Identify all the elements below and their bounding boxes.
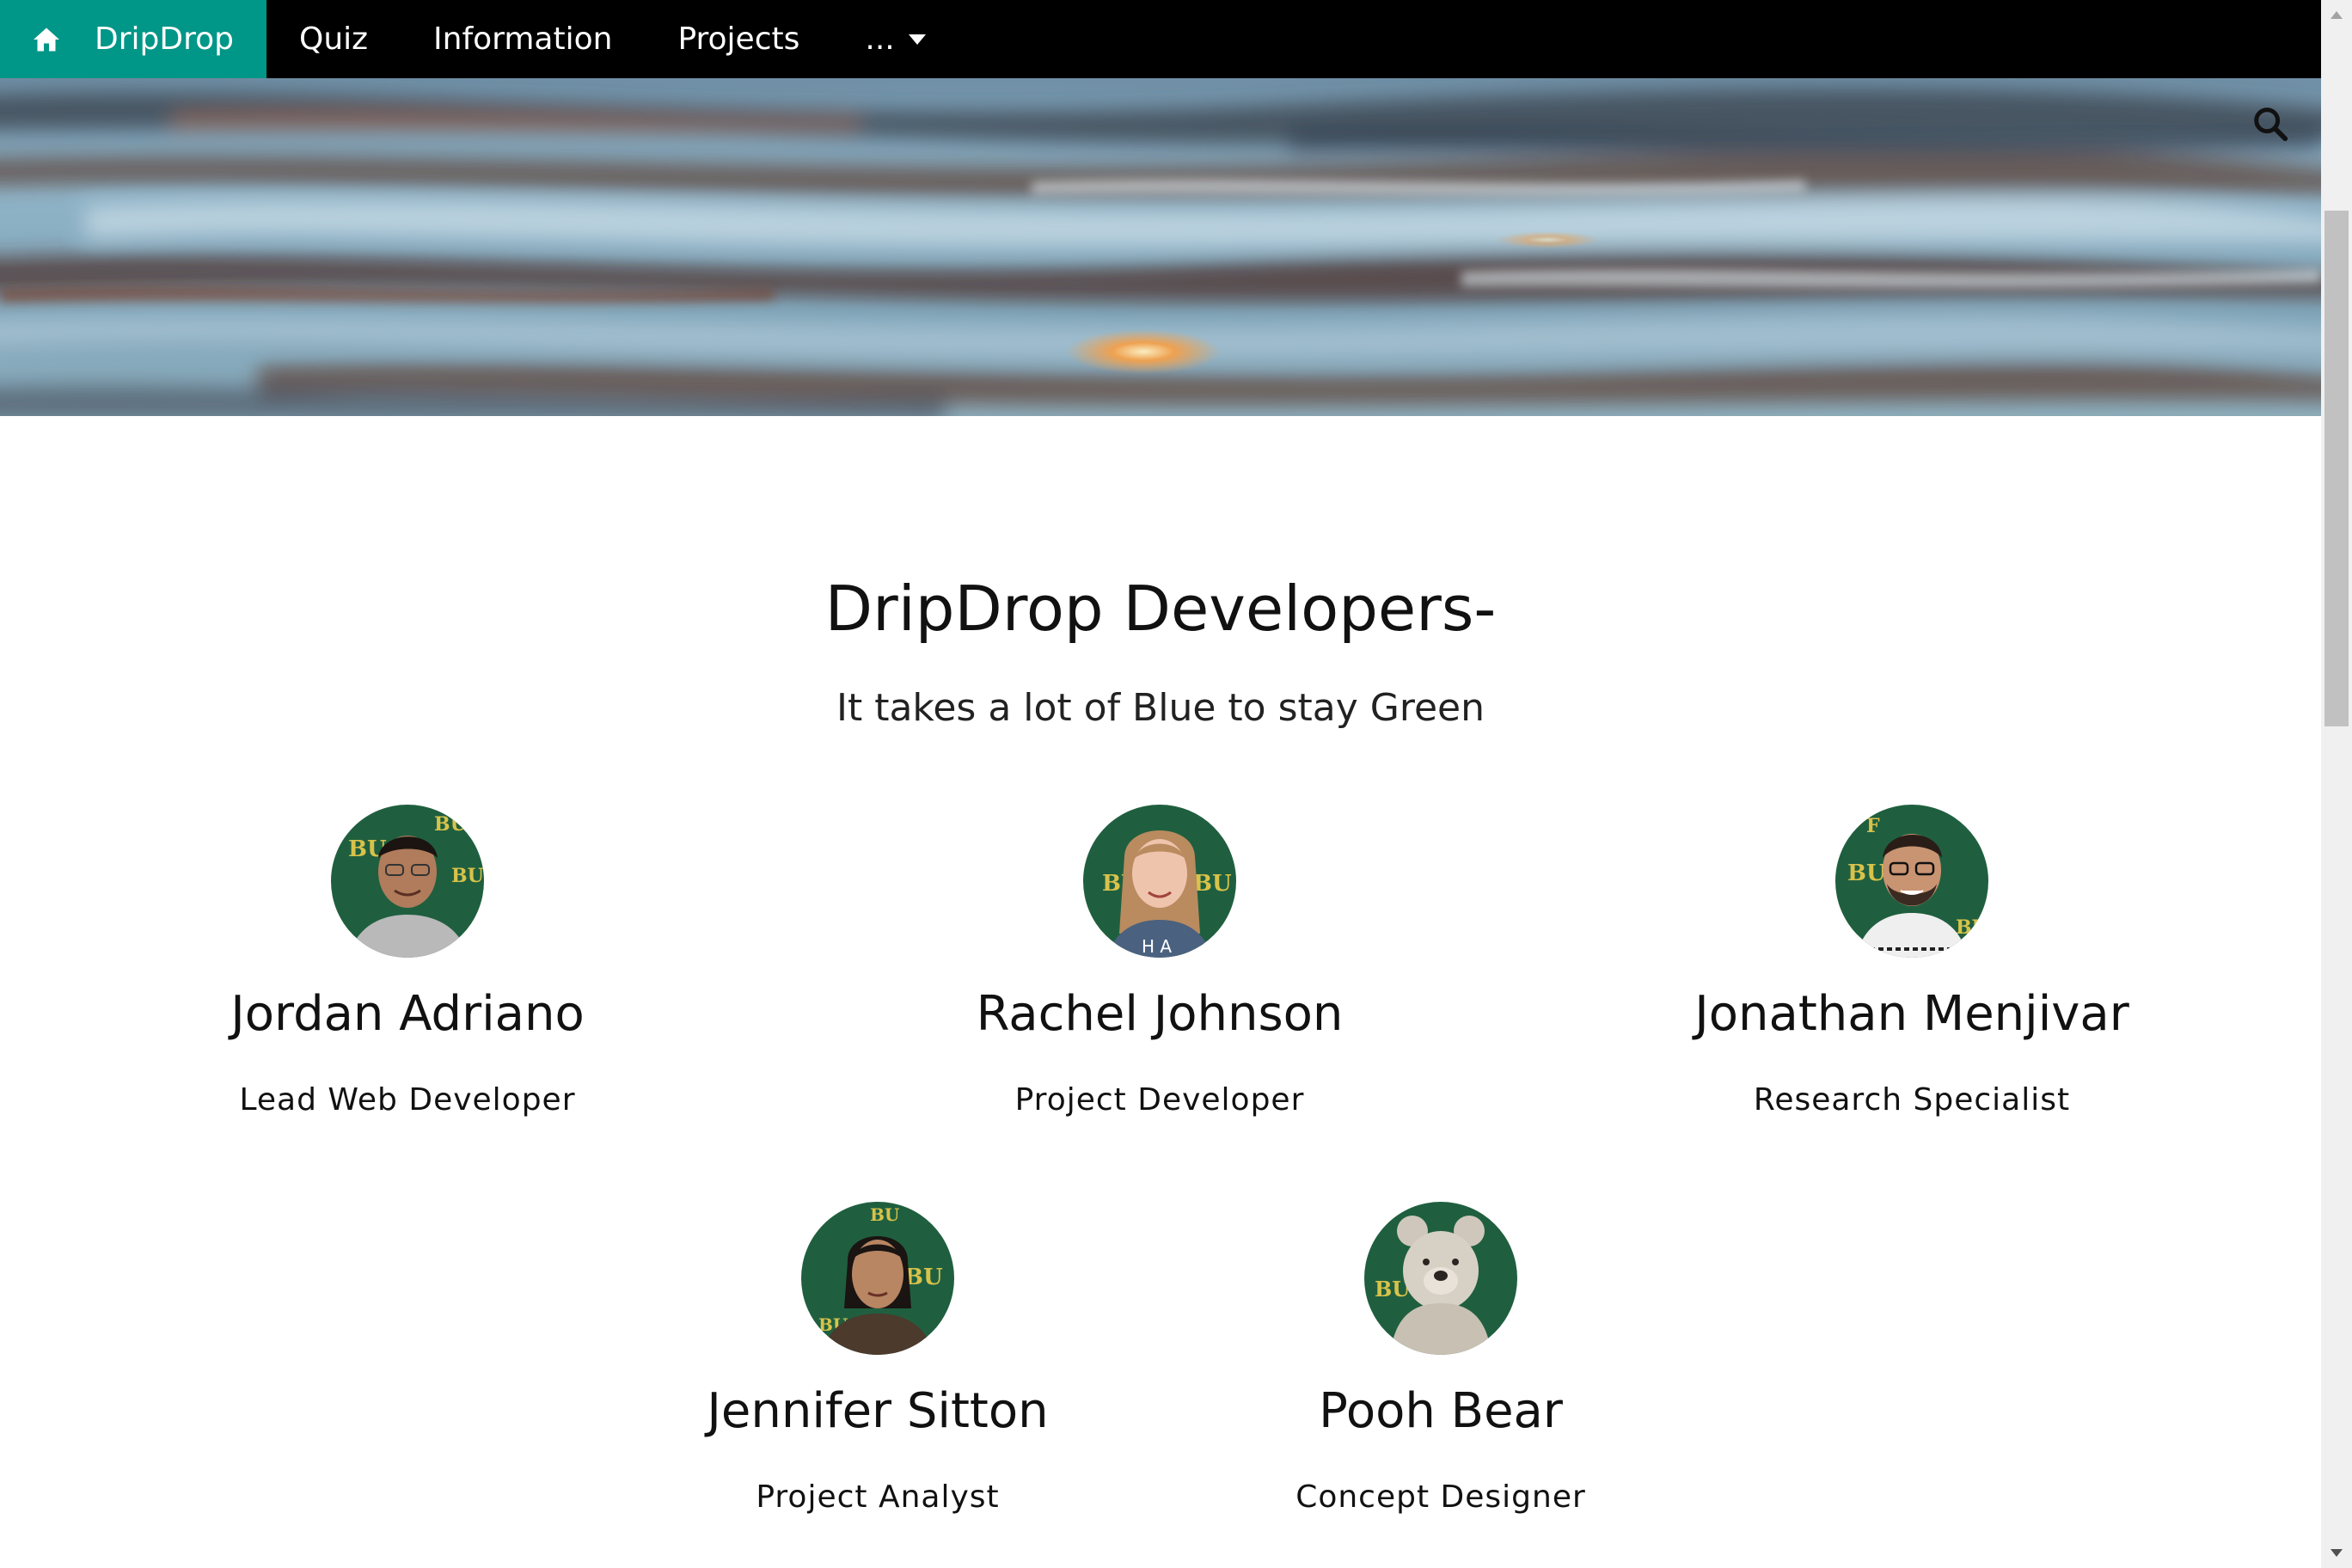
member-name: Jonathan Menjivar <box>1694 986 2129 1042</box>
nav-item-information[interactable]: Information <box>401 0 645 78</box>
scroll-down-arrow-icon[interactable] <box>2321 1537 2352 1568</box>
vertical-scrollbar[interactable] <box>2321 0 2352 1568</box>
svg-text:BU: BU <box>1956 916 1988 939</box>
home-icon <box>34 28 59 51</box>
team-member-card: BU Pooh Bear Concept Designer <box>1140 1202 1742 1513</box>
member-role: Concept Designer <box>1295 1479 1586 1515</box>
member-name: Pooh Bear <box>1319 1383 1563 1439</box>
svg-text:BU: BU <box>451 865 484 887</box>
member-name: Jennifer Sitton <box>707 1383 1049 1439</box>
avatar: BU F BU <box>1835 805 1988 958</box>
member-role: Research Specialist <box>1753 1082 2071 1118</box>
team-member-card: BU F BU Jonathan Menjivar Research Speci… <box>1611 805 2213 1116</box>
scroll-up-arrow-icon[interactable] <box>2321 0 2352 31</box>
team-section: DripDrop Developers- It takes a lot of B… <box>0 416 2321 1568</box>
top-navbar: DripDrop Quiz Information Projects ... <box>0 0 2321 78</box>
svg-text:F: F <box>1866 815 1880 837</box>
avatar: BU <box>1364 1202 1517 1355</box>
member-role: Project Analyst <box>756 1479 1000 1515</box>
member-role: Lead Web Developer <box>239 1082 576 1118</box>
nav-brand-label: DripDrop <box>95 21 234 57</box>
hero-banner <box>0 78 2321 416</box>
caret-down-icon <box>908 34 926 45</box>
nav-item-label: Information <box>433 21 613 57</box>
svg-text:BU: BU <box>870 1204 899 1225</box>
svg-text:BU: BU <box>1193 871 1232 897</box>
nav-more-dropdown[interactable]: ... <box>832 0 958 78</box>
member-name: Rachel Johnson <box>976 986 1344 1042</box>
member-role: Project Developer <box>1014 1082 1305 1118</box>
nav-item-label: Quiz <box>298 21 369 57</box>
nav-item-label: Projects <box>677 21 800 57</box>
water-banner-image <box>0 78 2321 416</box>
avatar: BU BU H A <box>1083 805 1236 958</box>
scrollbar-thumb[interactable] <box>2324 211 2349 726</box>
team-member-card: BU BU H A Rachel Johnson Project Develop… <box>859 805 1461 1116</box>
nav-item-label: ... <box>865 21 895 57</box>
nav-item-projects[interactable]: Projects <box>645 0 832 78</box>
team-member-card: BU BU BU Jordan Adriano Lead Web Develop… <box>107 805 708 1116</box>
member-name: Jordan Adriano <box>230 986 585 1042</box>
page-subtitle: It takes a lot of Blue to stay Green <box>836 686 1485 730</box>
nav-item-quiz[interactable]: Quiz <box>266 0 401 78</box>
search-icon[interactable] <box>2251 104 2290 144</box>
svg-text:H A: H A <box>1142 936 1172 957</box>
svg-text:BU: BU <box>904 1265 943 1290</box>
svg-text:BU: BU <box>1847 861 1886 886</box>
nav-home-link[interactable]: DripDrop <box>0 0 266 78</box>
svg-text:BU: BU <box>434 813 467 836</box>
team-member-card: BU BU BU Jennifer Sitton Project Analyst <box>577 1202 1179 1513</box>
avatar: BU BU BU <box>801 1202 954 1355</box>
page: DripDrop Quiz Information Projects ... D… <box>0 0 2352 1568</box>
avatar: BU BU BU <box>331 805 484 958</box>
page-title: DripDrop Developers- <box>824 573 1497 645</box>
